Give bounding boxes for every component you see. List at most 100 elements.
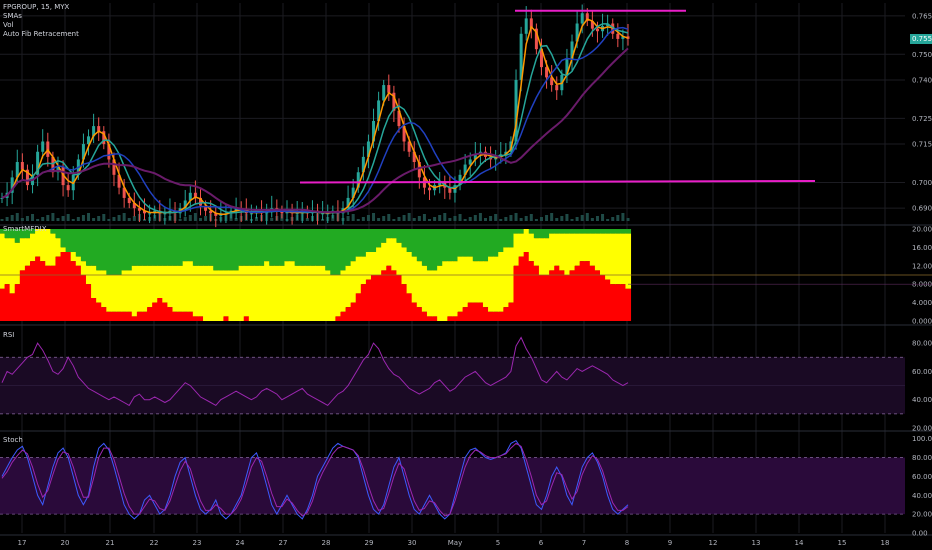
- volume-bar: [463, 219, 467, 221]
- mfi-yellow-bar: [80, 261, 87, 275]
- x-axis-label: 21: [106, 539, 115, 547]
- mfi-red-bar: [172, 311, 179, 321]
- mfi-red-bar: [462, 307, 469, 321]
- mfi-yellow-bar: [620, 233, 626, 285]
- mfi-yellow-bar: [289, 261, 296, 321]
- indicator-smas[interactable]: SMAs: [3, 12, 79, 21]
- indicator-fib[interactable]: Auto Fib Retracement: [3, 30, 79, 39]
- stoch-tick-label: 0.00: [912, 530, 928, 538]
- mfi-green-bar: [467, 229, 474, 257]
- mfi-yellow-bar: [248, 265, 255, 321]
- mfi-red-bar: [136, 311, 143, 321]
- mfi-red-bar: [65, 252, 72, 321]
- mfi-yellow-bar: [594, 233, 601, 271]
- mfi-yellow-bar: [533, 238, 540, 266]
- price-tick-label: 0.725: [912, 115, 932, 123]
- volume-bar: [351, 214, 355, 221]
- mfi-green-bar: [187, 229, 194, 262]
- mfi-green-bar: [503, 229, 509, 248]
- indicator-vol[interactable]: Vol: [3, 21, 79, 30]
- mfi-red-bar: [19, 270, 26, 321]
- x-axis-label: 7: [582, 539, 586, 547]
- mfi-red-bar: [559, 270, 565, 321]
- x-axis-label: 29: [365, 539, 374, 547]
- x-axis-label: May: [448, 539, 462, 547]
- candle-body: [616, 33, 620, 39]
- mfi-red-bar: [85, 284, 92, 321]
- mfi-tick-label: 4.000: [912, 299, 932, 307]
- mfi-yellow-bar: [299, 265, 306, 321]
- mfi-red-bar: [457, 311, 464, 321]
- rsi-tick-label: 40.00: [912, 396, 932, 404]
- mfi-yellow-bar: [70, 252, 77, 262]
- mfi-green-bar: [564, 229, 570, 234]
- rsi-tick-label: 20.00: [912, 425, 932, 433]
- mfi-green-bar: [518, 229, 525, 234]
- mfi-yellow-bar: [457, 256, 464, 312]
- sma-line-3: [1, 18, 629, 215]
- volume-bar: [539, 217, 543, 221]
- volume-bar: [616, 215, 620, 221]
- x-axis-label: 17: [18, 539, 27, 547]
- candle-body: [524, 18, 528, 34]
- volume-bar: [468, 217, 472, 221]
- candle-body: [148, 213, 152, 215]
- mfi-green-bar: [533, 229, 540, 239]
- mfi-yellow-bar: [625, 233, 632, 289]
- mfi-green-bar: [284, 229, 291, 262]
- mfi-yellow-bar: [416, 261, 423, 308]
- price-tick-label: 0.700: [912, 179, 932, 187]
- mfi-yellow-bar: [330, 275, 336, 321]
- candle-body: [555, 85, 559, 91]
- mfi-red-bar: [579, 261, 586, 321]
- mfi-red-bar: [447, 316, 453, 321]
- mfi-green-bar: [447, 229, 453, 262]
- mfi-yellow-bar: [203, 265, 209, 321]
- mfi-red-bar: [518, 256, 525, 321]
- mfi-red-bar: [111, 311, 118, 321]
- mfi-red-bar: [75, 265, 82, 321]
- mfi-yellow-bar: [401, 247, 408, 285]
- mfi-yellow-bar: [167, 265, 173, 308]
- mfi-green-bar: [157, 229, 163, 266]
- x-axis-label: 27: [279, 539, 288, 547]
- mfi-red-bar: [131, 316, 138, 321]
- mfi-yellow-bar: [396, 242, 403, 275]
- mfi-green-bar: [315, 229, 321, 266]
- mfi-yellow-bar: [421, 265, 428, 312]
- mfi-green-bar: [60, 229, 67, 248]
- sma-line-24: [1, 47, 629, 214]
- mfi-red-bar: [101, 307, 107, 321]
- candle-body: [249, 213, 253, 215]
- mfi-red-bar: [147, 307, 153, 321]
- volume-bar: [56, 218, 60, 221]
- mfi-red-bar: [4, 284, 11, 321]
- volume-bar: [509, 215, 513, 221]
- volume-bar: [397, 217, 401, 221]
- volume-bar: [0, 219, 4, 221]
- mfi-green-bar: [396, 229, 403, 243]
- mfi-yellow-bar: [340, 270, 347, 312]
- mfi-yellow-bar: [279, 265, 285, 321]
- mfi-yellow-bar: [172, 265, 179, 312]
- trading-chart[interactable]: 0.765 0.750 0.740 0.725 0.715 0.700 0.690 20.00…: [0, 0, 932, 550]
- mfi-yellow-bar: [60, 247, 67, 252]
- mfi-red-bar: [162, 302, 168, 321]
- mfi-yellow-bar: [197, 265, 204, 317]
- x-axis-label: 12: [709, 539, 718, 547]
- mfi-green-bar: [152, 229, 158, 266]
- mfi-green-bar: [625, 229, 632, 234]
- stoch-tick-label: 80.00: [912, 454, 932, 462]
- volume-bar: [51, 213, 55, 221]
- mfi-yellow-bar: [498, 252, 504, 312]
- mfi-green-bar: [594, 229, 601, 234]
- mfi-yellow-bar: [4, 238, 11, 285]
- mfi-green-bar: [233, 229, 240, 271]
- mfi-yellow-bar: [544, 238, 550, 275]
- mfi-red-bar: [14, 284, 21, 321]
- volume-bar: [611, 217, 615, 221]
- mfi-red-bar: [615, 284, 621, 321]
- mfi-red-bar: [401, 284, 408, 321]
- mfi-red-bar: [421, 311, 428, 321]
- mfi-yellow-bar: [538, 238, 545, 275]
